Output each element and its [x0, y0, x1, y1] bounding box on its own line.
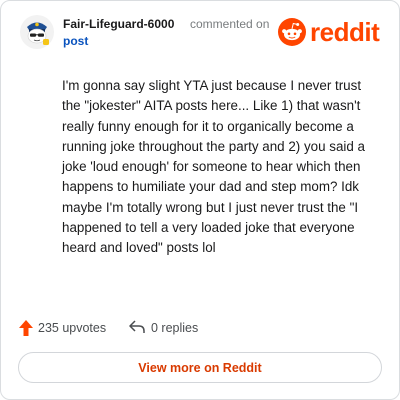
- view-more-button[interactable]: View more on Reddit: [18, 352, 382, 383]
- reddit-logo-icon: [278, 18, 306, 46]
- reply-count: 0 replies: [151, 321, 199, 335]
- avatar[interactable]: [20, 15, 54, 49]
- upvote-arrow-icon[interactable]: [19, 320, 33, 336]
- reddit-wordmark: reddit: [310, 17, 380, 47]
- comment-action-text: commented on: [190, 17, 270, 31]
- comment-text: I'm gonna say slight YTA just because I …: [62, 78, 365, 256]
- reply-arrow-icon[interactable]: [129, 320, 145, 334]
- upvote-count: 235 upvotes: [38, 321, 107, 335]
- comment-embed-card: Fair-Lifeguard-6000 commented on post re…: [0, 0, 400, 400]
- author-username[interactable]: Fair-Lifeguard-6000: [63, 17, 174, 31]
- reddit-logo[interactable]: reddit: [278, 17, 380, 47]
- post-link[interactable]: post: [63, 34, 88, 48]
